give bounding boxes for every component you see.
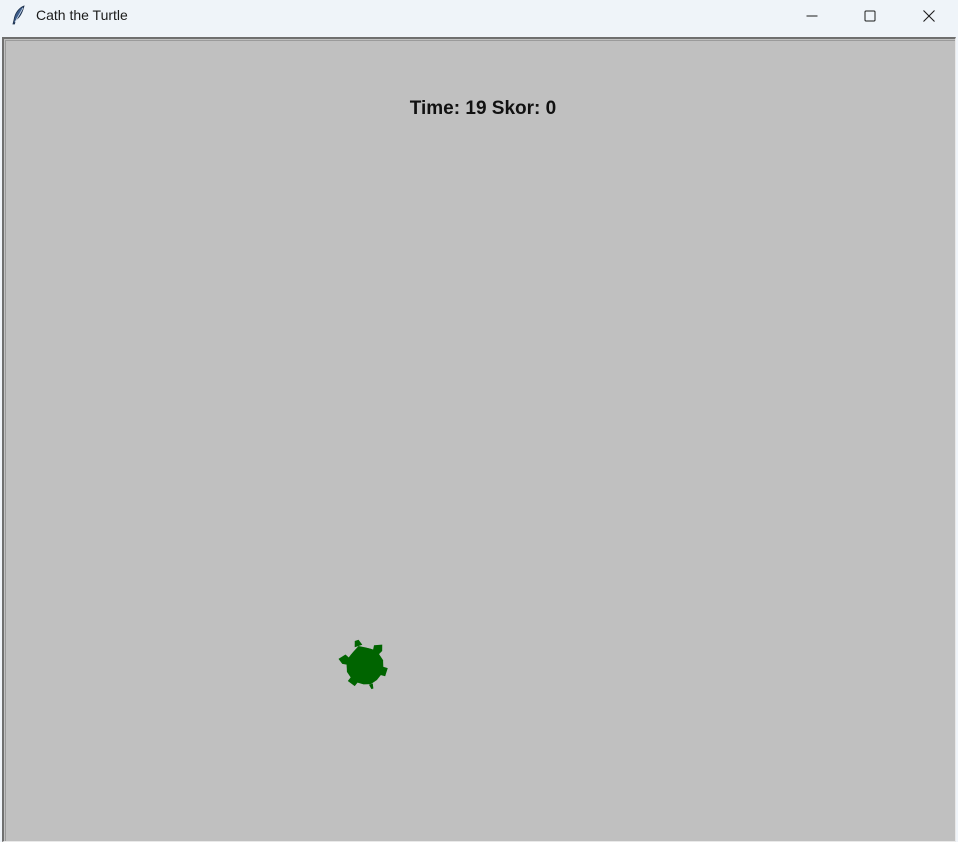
close-button[interactable] — [900, 0, 958, 32]
title-bar[interactable]: Cath the Turtle — [0, 0, 958, 32]
minimize-button[interactable] — [783, 0, 841, 32]
maximize-icon — [864, 10, 876, 22]
time-label: Time: — [409, 98, 461, 119]
score-value: 0 — [545, 98, 557, 119]
app-window: Cath the Turtle Time: 19 Skor: 0 — [0, 0, 958, 842]
game-canvas-area[interactable]: Time: 19 Skor: 0 — [5, 40, 955, 841]
score-display: Time: 19 Skor: 0 — [6, 98, 958, 120]
time-value: 19 — [465, 98, 487, 119]
minimize-icon — [806, 15, 818, 17]
feather-icon — [12, 5, 25, 25]
close-icon — [923, 10, 935, 22]
score-label: Skor: — [491, 98, 541, 119]
window-title: Cath the Turtle — [36, 7, 128, 23]
maximize-button[interactable] — [841, 0, 899, 32]
game-canvas[interactable]: Time: 19 Skor: 0 — [2, 37, 956, 842]
turtle-target[interactable] — [328, 629, 398, 691]
